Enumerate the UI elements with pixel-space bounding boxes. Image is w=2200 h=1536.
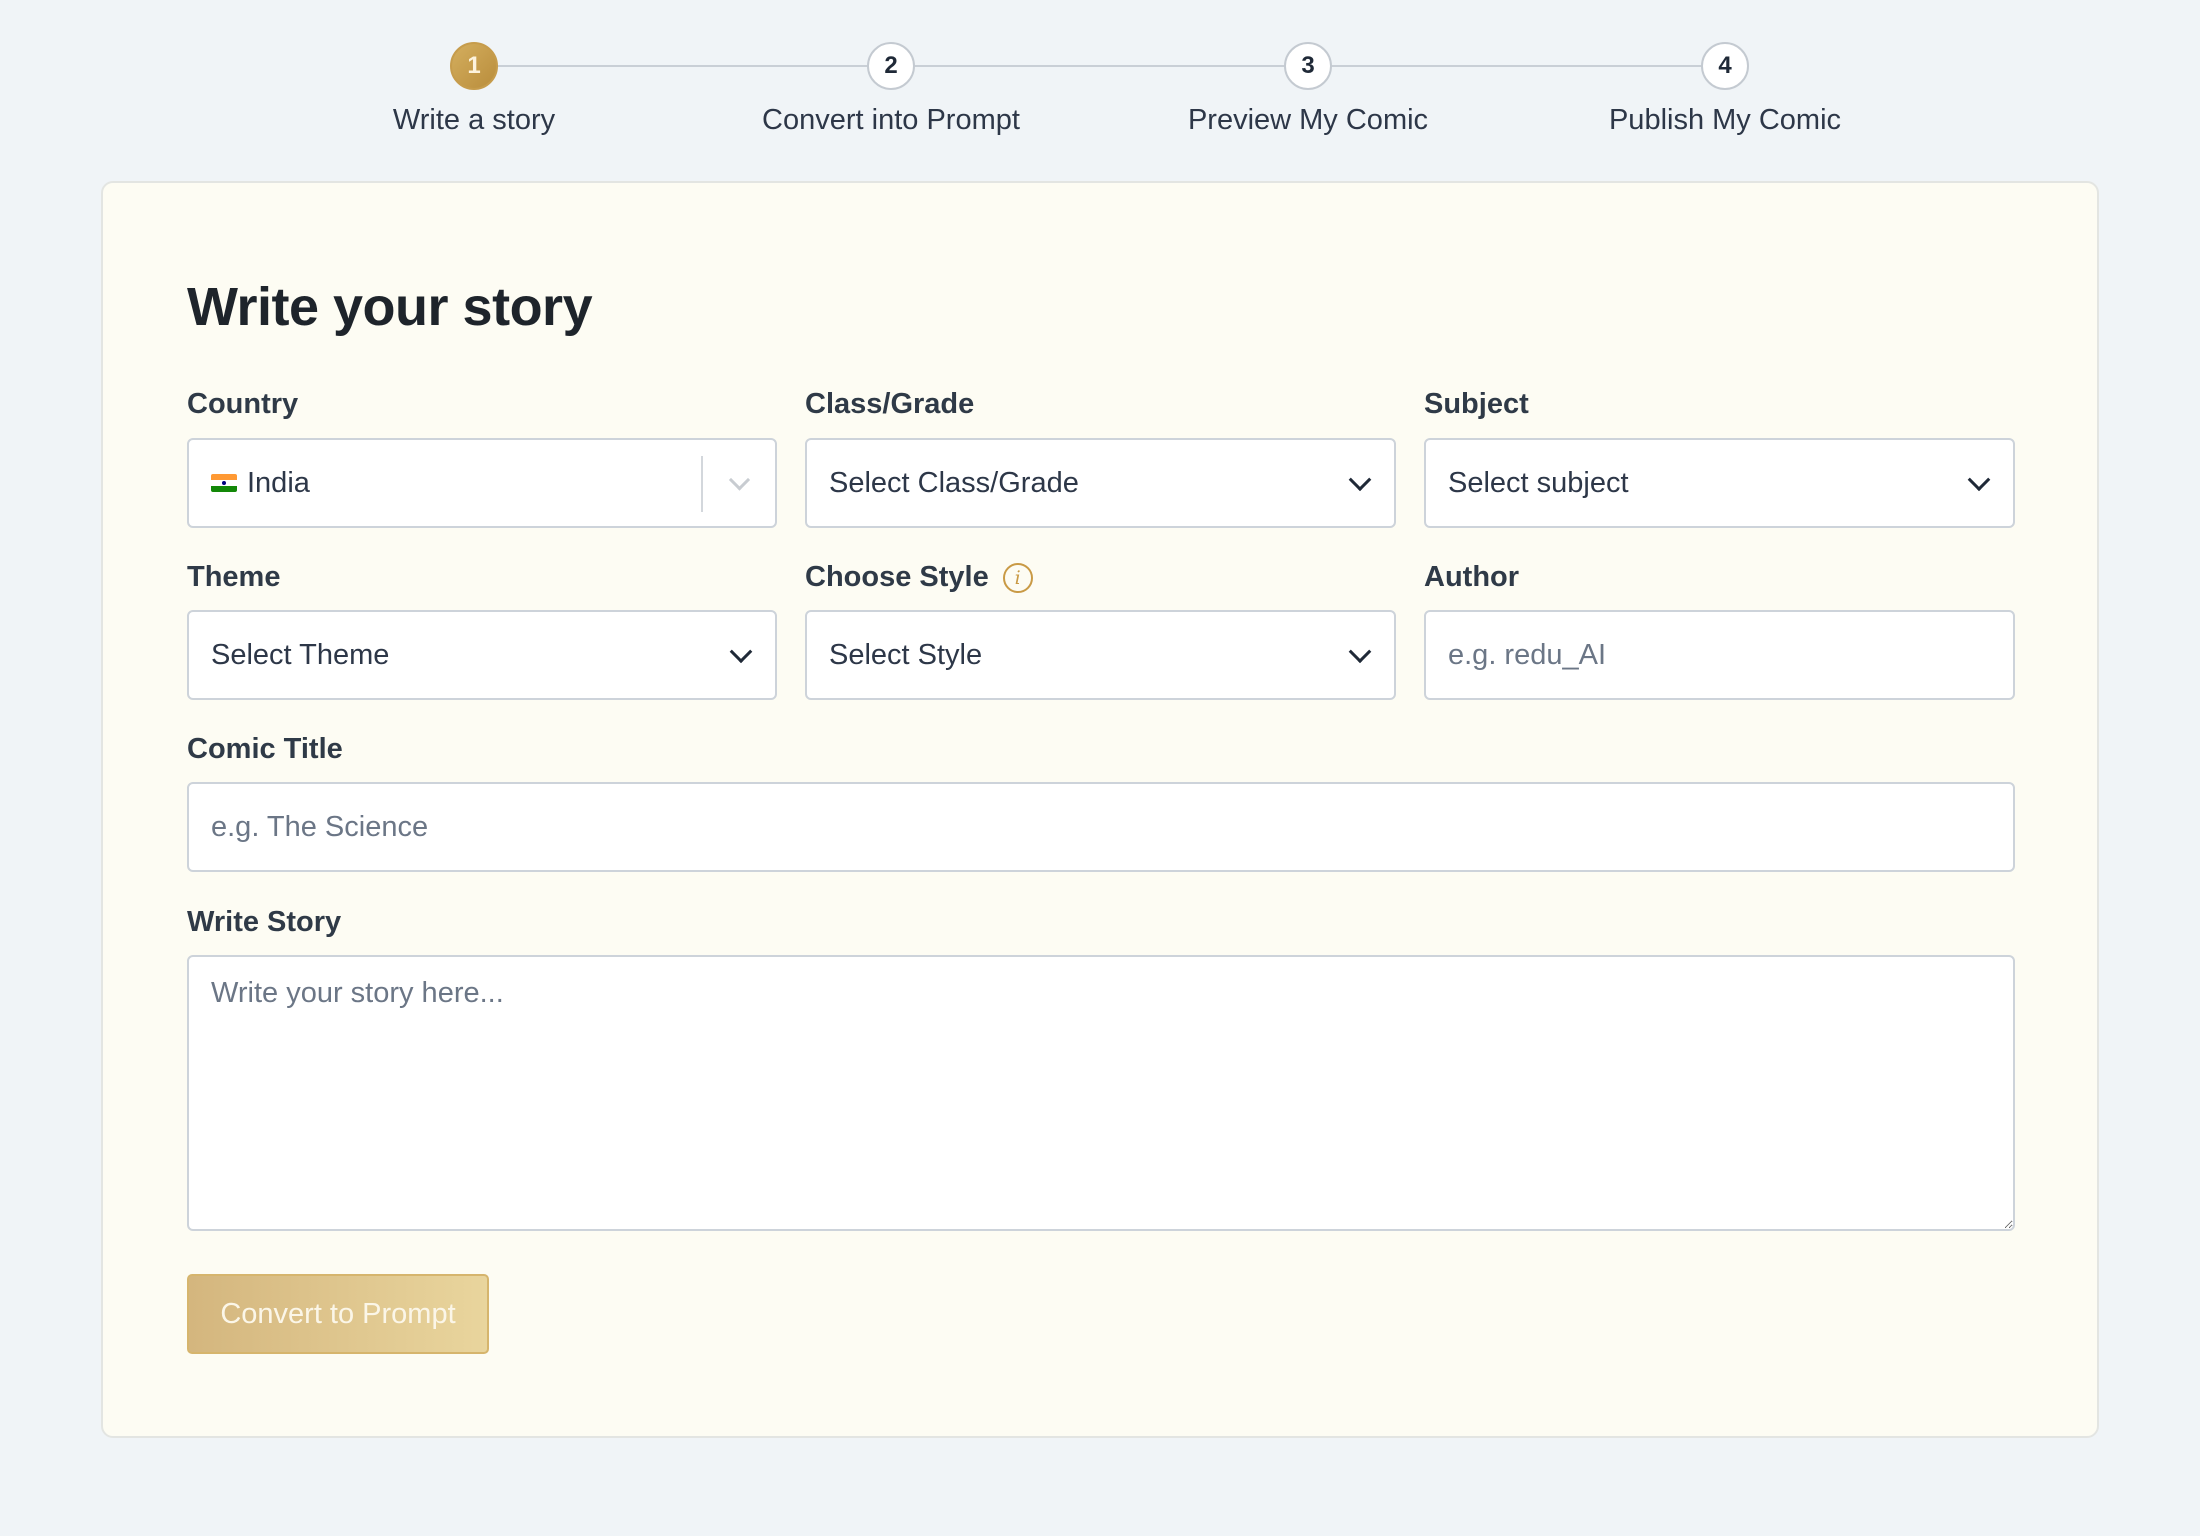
country-select[interactable]: India (187, 438, 777, 528)
class-grade-select[interactable]: Select Class/Grade (805, 438, 1396, 528)
author-label: Author (1424, 561, 1519, 594)
chevron-down-icon[interactable] (728, 469, 751, 491)
theme-select[interactable]: Select Theme (187, 610, 777, 700)
chevron-down-icon (729, 640, 753, 664)
subject-label: Subject (1424, 388, 1529, 421)
style-label-text: Choose Style (805, 561, 989, 593)
convert-to-prompt-button[interactable]: Convert to Prompt (187, 1274, 489, 1354)
step-number: 3 (1284, 42, 1332, 90)
step-number: 4 (1701, 42, 1749, 90)
comic-title-label-text: Comic Title (187, 733, 343, 765)
theme-label-text: Theme (187, 561, 281, 593)
story-form-card: Write your story Country Class/Grade Sub… (101, 181, 2099, 1438)
story-label-text: Write Story (187, 906, 342, 938)
subject-label-text: Subject (1424, 388, 1529, 420)
india-flag-icon (211, 474, 237, 492)
step-publish-comic[interactable]: 4 Publish My Comic (1475, 42, 1975, 137)
chevron-down-icon (1348, 468, 1372, 492)
comic-title-input[interactable] (187, 782, 2015, 872)
country-value: India (247, 466, 310, 499)
style-value: Select Style (829, 638, 983, 671)
country-label: Country (187, 388, 298, 421)
author-label-text: Author (1424, 561, 1520, 593)
country-label-text: Country (187, 388, 299, 420)
author-input[interactable] (1424, 610, 2015, 700)
chevron-down-icon (1348, 640, 1372, 664)
class-grade-value: Select Class/Grade (829, 466, 1079, 499)
style-select[interactable]: Select Style (805, 610, 1396, 700)
story-label: Write Story (187, 906, 341, 939)
class-grade-label: Class/Grade (805, 388, 974, 421)
story-textarea[interactable] (187, 955, 2015, 1231)
chevron-down-icon (1967, 468, 1991, 492)
page-title: Write your story (187, 277, 593, 337)
step-number: 2 (867, 42, 915, 90)
subject-value: Select subject (1448, 466, 1629, 499)
select-separator (701, 456, 703, 512)
subject-select[interactable]: Select subject (1424, 438, 2015, 528)
style-label: Choose Style i (805, 561, 1033, 594)
info-icon[interactable]: i (1002, 562, 1033, 593)
progress-stepper: 1 Write a story 2 Convert into Prompt 3 … (0, 0, 2200, 160)
comic-title-label: Comic Title (187, 733, 343, 766)
theme-label: Theme (187, 561, 280, 594)
step-number: 1 (450, 42, 498, 90)
step-label: Publish My Comic (1608, 104, 1842, 136)
theme-value: Select Theme (211, 638, 390, 671)
class-grade-label-text: Class/Grade (805, 388, 975, 420)
